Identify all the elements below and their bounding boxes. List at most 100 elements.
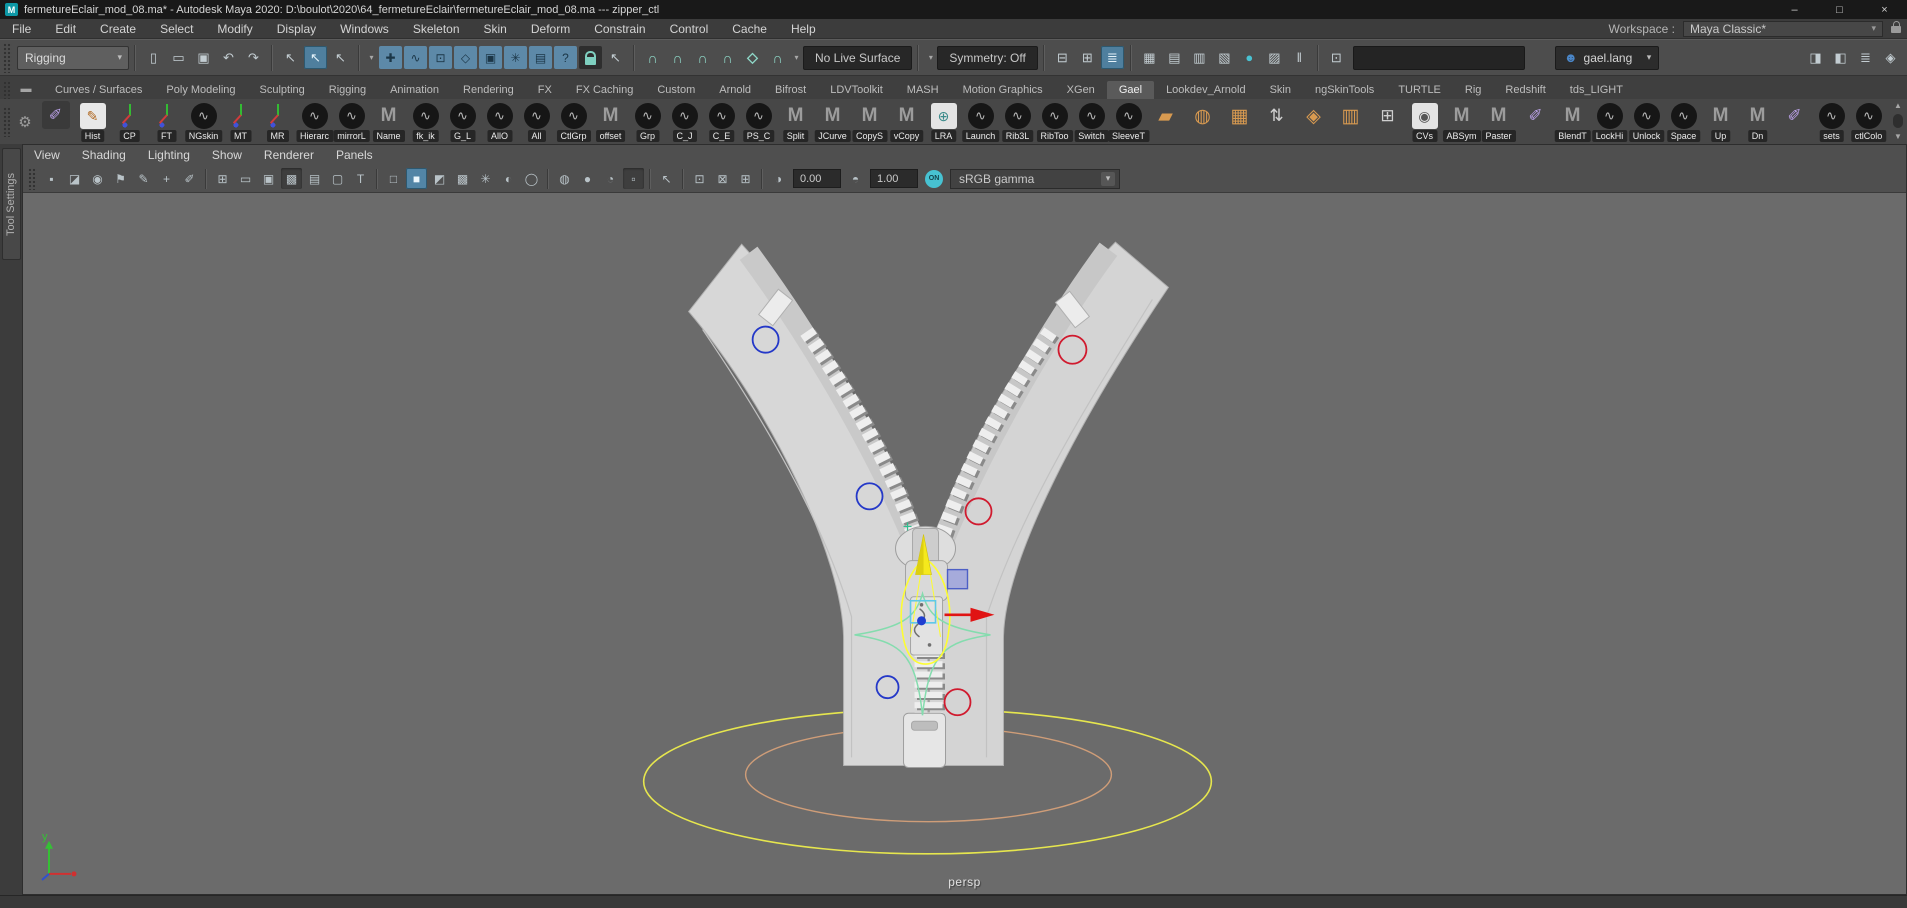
mask-points-icon[interactable]: ✚ bbox=[379, 46, 402, 69]
flip-shape-icon[interactable]: ◈ bbox=[1295, 100, 1332, 143]
pencil-icon[interactable]: ✎ bbox=[133, 168, 154, 189]
pan-zoom-icon[interactable]: + bbox=[156, 168, 177, 189]
status-item[interactable] bbox=[1043, 45, 1045, 71]
shelf-item-absym[interactable]: ABSym bbox=[1443, 100, 1480, 143]
construction-history-icon[interactable]: ≣ bbox=[1101, 46, 1124, 69]
poly-extrude-icon[interactable]: ▰ bbox=[1147, 100, 1184, 143]
shelf-item-up[interactable]: Up bbox=[1702, 100, 1739, 143]
safe-title-icon[interactable]: T bbox=[350, 168, 371, 189]
exposure-icon[interactable]: ◑ bbox=[768, 168, 789, 189]
sequence-time-icon[interactable]: ● bbox=[577, 168, 598, 189]
multi-cut-icon[interactable]: ⊞ bbox=[1369, 100, 1406, 143]
mask-deformations-icon[interactable]: ✳ bbox=[504, 46, 527, 69]
toolbar-grip[interactable] bbox=[3, 43, 12, 73]
shelf-tab[interactable]: Animation bbox=[378, 81, 451, 99]
gate-mask-icon[interactable]: ▩ bbox=[281, 168, 302, 189]
mirror-geometry-icon[interactable]: ⇅ bbox=[1258, 100, 1295, 143]
shelf-tab[interactable]: Rendering bbox=[451, 81, 526, 99]
close-button[interactable]: × bbox=[1862, 0, 1907, 19]
shelf-item-lockhi[interactable]: LockHi bbox=[1591, 100, 1628, 143]
marking-menu-tool-icon[interactable] bbox=[37, 100, 74, 143]
shelf-item-copys[interactable]: CopyS bbox=[851, 100, 888, 143]
mask-misc-icon[interactable]: ? bbox=[554, 46, 577, 69]
shelf-tab[interactable]: Custom bbox=[645, 81, 707, 99]
shadows-icon[interactable]: ◐ bbox=[498, 168, 519, 189]
mask-rendering-icon[interactable]: ▤ bbox=[529, 46, 552, 69]
shelf-item-hist[interactable]: Hist bbox=[74, 100, 111, 143]
shelf-tab[interactable]: Gael bbox=[1107, 81, 1154, 99]
shelf-item-switch[interactable]: Switch bbox=[1073, 100, 1110, 143]
shelf-item-ngskin[interactable]: NGskin bbox=[185, 100, 222, 143]
menu-item[interactable]: Deform bbox=[519, 19, 582, 38]
contrast-field[interactable]: 1.00 bbox=[870, 169, 918, 188]
user-account-selector[interactable]: ☻gael.lang bbox=[1555, 46, 1659, 70]
shelf-tab[interactable]: Arnold bbox=[707, 81, 763, 99]
workspace-selector[interactable]: Maya Classic* ▾ bbox=[1683, 21, 1883, 37]
textured-icon[interactable]: ▩ bbox=[452, 168, 473, 189]
status-item[interactable] bbox=[633, 45, 635, 71]
display-render-settings-icon[interactable]: ● bbox=[1238, 46, 1261, 69]
shelf-item-rib3l[interactable]: Rib3L bbox=[999, 100, 1036, 143]
shelf-scroll-knob[interactable] bbox=[1893, 114, 1903, 128]
zipper-model[interactable] bbox=[689, 242, 1169, 767]
colorspace-selector[interactable]: sRGB gamma bbox=[950, 169, 1120, 189]
shelf-item-ctlcolo[interactable]: ctlColo bbox=[1850, 100, 1887, 143]
menu-item[interactable]: Edit bbox=[43, 19, 88, 38]
menu-item[interactable]: Control bbox=[658, 19, 721, 38]
use-all-lights-icon[interactable]: ✳ bbox=[475, 168, 496, 189]
menu-item[interactable]: Display bbox=[265, 19, 328, 38]
xray-icon[interactable]: ◔ bbox=[600, 168, 621, 189]
tool-settings-toggle[interactable]: ◧ bbox=[1829, 46, 1852, 69]
inputs-to-selected-icon[interactable]: ⊟ bbox=[1051, 46, 1074, 69]
shelf-item-ce[interactable]: C_E bbox=[703, 100, 740, 143]
shelf-item-space[interactable]: Space bbox=[1665, 100, 1702, 143]
shelf-item-launch[interactable]: Launch bbox=[962, 100, 999, 143]
quick-select-input[interactable] bbox=[1353, 46, 1525, 70]
mask-hulls-icon[interactable]: ⊡ bbox=[429, 46, 452, 69]
minimize-button[interactable]: – bbox=[1772, 0, 1817, 19]
shelf-scroll-widget[interactable]: ▲ ▼ bbox=[1891, 101, 1905, 141]
ipr-render-icon[interactable]: ▥ bbox=[1188, 46, 1211, 69]
chevron-down-icon[interactable]: ▼ bbox=[1894, 132, 1902, 141]
panel-menu-item[interactable]: Panels bbox=[325, 145, 384, 165]
panel-toolbar-item[interactable] bbox=[649, 169, 651, 189]
panel-toolbar-item[interactable] bbox=[205, 169, 207, 189]
panel-menu-item[interactable]: Lighting bbox=[137, 145, 201, 165]
panel-menu-item[interactable]: View bbox=[23, 145, 71, 165]
shelf-tab[interactable]: Motion Graphics bbox=[951, 81, 1055, 99]
shelf-item-name[interactable]: Name bbox=[370, 100, 407, 143]
status-item[interactable] bbox=[134, 45, 136, 71]
shelf-item-vcopy[interactable]: vCopy bbox=[888, 100, 925, 143]
menu-item[interactable]: Select bbox=[148, 19, 205, 38]
shelf-item-sleevet[interactable]: SleeveT bbox=[1110, 100, 1147, 143]
toolbar-grip[interactable] bbox=[28, 168, 37, 190]
workspace-lock-icon[interactable] bbox=[1891, 24, 1901, 34]
panel-menu-item[interactable]: Shading bbox=[71, 145, 137, 165]
joint-tool-icon[interactable] bbox=[1517, 100, 1554, 143]
mask-options-caret-icon[interactable]: ▾ bbox=[366, 46, 377, 69]
shelf-item-lra[interactable]: LRA bbox=[925, 100, 962, 143]
wireframe-on-shaded-icon[interactable]: ◩ bbox=[429, 168, 450, 189]
shelf-item-mr[interactable]: MR bbox=[259, 100, 296, 143]
shelf-tab[interactable]: Rig bbox=[1453, 81, 1494, 99]
panel-toolbar-item[interactable] bbox=[761, 169, 763, 189]
shaded-icon[interactable]: ■ bbox=[406, 168, 427, 189]
shelf-item-hierarc[interactable]: Hierarc bbox=[296, 100, 333, 143]
camera-attributes-icon[interactable]: ◉ bbox=[87, 168, 108, 189]
safe-action-icon[interactable]: ▢ bbox=[327, 168, 348, 189]
shelf-tab[interactable]: Skin bbox=[1258, 81, 1303, 99]
modeling-toolkit-toggle[interactable]: ◈ bbox=[1879, 46, 1902, 69]
viewport[interactable]: y persp bbox=[23, 193, 1906, 894]
snap-options-caret-icon[interactable]: ▾ bbox=[791, 46, 802, 69]
menu-set-selector[interactable]: Rigging bbox=[17, 46, 129, 70]
shelf-item-split[interactable]: Split bbox=[777, 100, 814, 143]
snap-point-icon[interactable]: ∩ bbox=[691, 46, 714, 69]
mask-param-points-icon[interactable]: ∿ bbox=[404, 46, 427, 69]
poly-cube-icon[interactable]: ▥ bbox=[1332, 100, 1369, 143]
highlight-selection-icon[interactable]: ↖ bbox=[604, 46, 627, 69]
chevron-up-icon[interactable]: ▲ bbox=[1894, 101, 1902, 110]
make-live-icon[interactable]: ∩ bbox=[766, 46, 789, 69]
menu-item[interactable]: Skin bbox=[472, 19, 519, 38]
snap-grid-icon[interactable]: ∩ bbox=[641, 46, 664, 69]
redo-icon[interactable]: ↷ bbox=[242, 46, 265, 69]
